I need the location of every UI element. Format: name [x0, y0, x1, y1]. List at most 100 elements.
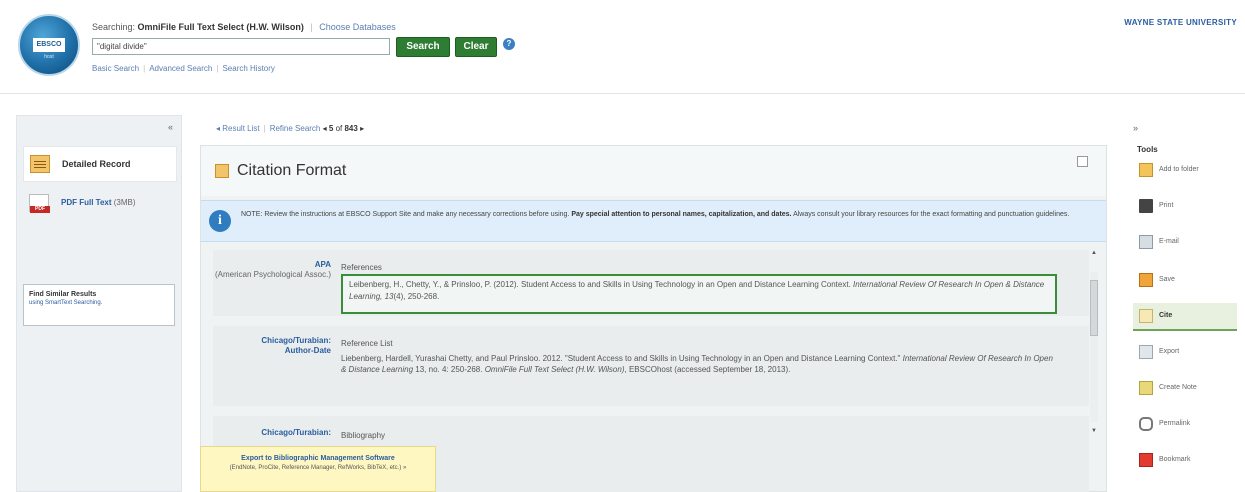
email-icon: [1139, 235, 1153, 249]
result-of: of: [335, 124, 343, 133]
tool-label: Save: [1159, 276, 1175, 283]
sidebar-item-label: Detailed Record: [62, 159, 131, 169]
sidebar-item-detailed-record[interactable]: Detailed Record: [23, 146, 177, 182]
tool-create-note[interactable]: Create Note: [1133, 375, 1237, 403]
collapse-left-icon[interactable]: «: [168, 122, 173, 132]
ebsco-logo[interactable]: EBSCO host: [18, 14, 80, 76]
basic-search-link[interactable]: Basic Search: [92, 64, 139, 73]
note-icon: [1139, 381, 1153, 395]
left-sidebar: « Detailed Record PDF Full Text (3MB) Fi…: [16, 115, 182, 492]
bookmark-icon: [1139, 453, 1153, 467]
citation-scrollbar[interactable]: ▲ ▼: [1090, 250, 1098, 440]
citation-heading: References: [341, 262, 1059, 273]
note-text: NOTE: Review the instructions at EBSCO S…: [241, 210, 1091, 219]
style-name: Chicago/Turabian:: [261, 428, 331, 437]
tool-label: Cite: [1159, 312, 1173, 319]
export-bibliographic-box[interactable]: Export to Bibliographic Management Softw…: [200, 446, 436, 492]
separator: |: [310, 22, 313, 32]
citation-heading-text: Bibliography: [341, 431, 386, 440]
chicago-text-mid: 13, no. 4: 250-268.: [415, 365, 483, 374]
sidebar-item-label: PDF Full Text (3MB): [61, 198, 136, 207]
style-name: Chicago/Turabian:: [261, 336, 331, 345]
result-list-link[interactable]: Result List: [222, 124, 259, 133]
chicago-text-end: , EBSCOhost (accessed September 18, 2013…: [624, 365, 791, 374]
tool-export[interactable]: Export: [1133, 339, 1237, 367]
export-sub: (EndNote, ProCite, Reference Manager, Re…: [229, 465, 407, 471]
tool-permalink[interactable]: Permalink: [1133, 411, 1237, 439]
folder-icon: [1139, 163, 1153, 177]
result-counter: ◂ 5 of 843 ▸: [323, 124, 364, 133]
tool-label: Create Note: [1159, 384, 1197, 391]
citation-text[interactable]: Reference List Liebenberg, Hardell, Yura…: [341, 338, 1059, 375]
note-box: i NOTE: Review the instructions at EBSCO…: [201, 200, 1106, 242]
print-icon: [1139, 199, 1153, 213]
choose-databases-link[interactable]: Choose Databases: [319, 22, 396, 32]
pdf-size: (3MB): [113, 198, 136, 207]
tool-label: Bookmark: [1159, 456, 1191, 463]
database-name: OmniFile Full Text Select (H.W. Wilson): [137, 22, 304, 32]
find-similar-sub: using SmartText Searching.: [29, 300, 103, 306]
clear-button[interactable]: Clear: [455, 37, 497, 57]
citation-icon: [215, 164, 229, 178]
close-icon[interactable]: [1077, 156, 1088, 167]
note-suffix: Always consult your library resources fo…: [793, 211, 1070, 218]
prev-icon[interactable]: ◂: [323, 124, 327, 133]
result-position: 5: [328, 124, 334, 133]
advanced-search-link[interactable]: Advanced Search: [149, 64, 212, 73]
citation-style-label: APA (American Psychological Assoc.): [213, 260, 331, 280]
apa-citation-text[interactable]: Leibenberg, H., Chetty, Y., & Prinsloo, …: [341, 274, 1057, 314]
citation-row-apa: APA (American Psychological Assoc.) Refe…: [213, 250, 1089, 316]
pdf-label: PDF Full Text: [61, 198, 112, 207]
header: EBSCO host Searching: OmniFile Full Text…: [0, 0, 1245, 94]
tool-print[interactable]: Print: [1133, 193, 1237, 221]
info-icon: i: [209, 210, 231, 232]
style-sub: (American Psychological Assoc.): [214, 270, 331, 279]
find-similar-title: Find Similar Results: [29, 291, 97, 298]
record-icon: [30, 155, 50, 173]
tool-save[interactable]: Save: [1133, 267, 1237, 295]
apa-text-plain: Leibenberg, H., Chetty, Y., & Prinsloo, …: [349, 280, 851, 289]
result-nav: ◂ Result List | Refine Search ◂ 5 of 843 ▸: [216, 124, 364, 133]
pdf-icon: [29, 194, 50, 213]
tool-bookmark[interactable]: Bookmark: [1133, 447, 1237, 475]
scroll-thumb[interactable]: [1090, 280, 1098, 336]
page-title: Citation Format: [237, 162, 347, 179]
logo-text: EBSCO: [33, 38, 65, 52]
export-title: Export to Bibliographic Management Softw…: [241, 455, 395, 462]
tool-email[interactable]: E-mail: [1133, 229, 1237, 257]
help-icon[interactable]: ?: [503, 38, 515, 50]
style-name: APA: [314, 260, 331, 269]
search-input[interactable]: [92, 38, 390, 55]
collapse-right-icon[interactable]: »: [1133, 123, 1138, 133]
logo-sub: host: [44, 54, 54, 60]
cite-icon: [1139, 309, 1153, 323]
citation-style-label: Chicago/Turabian:: [213, 428, 331, 438]
tool-cite[interactable]: Cite: [1133, 303, 1237, 331]
scroll-up-icon[interactable]: ▲: [1090, 250, 1098, 256]
chicago-text-plain: Liebenberg, Hardell, Yurashai Chetty, an…: [341, 354, 901, 363]
citation-heading: Bibliography: [341, 430, 1059, 441]
university-name[interactable]: WAYNE STATE UNIVERSITY: [1124, 18, 1237, 27]
tool-label: Export: [1159, 348, 1180, 355]
find-similar-box[interactable]: Find Similar Results using SmartText Sea…: [23, 284, 175, 326]
search-button[interactable]: Search: [396, 37, 450, 57]
scroll-down-icon[interactable]: ▼: [1090, 428, 1098, 434]
citation-heading-text: References: [341, 263, 382, 272]
result-total: 843: [344, 124, 358, 133]
next-icon[interactable]: ▸: [360, 124, 364, 133]
tools-sidebar: » Tools Add to folder Print E-mail Save …: [1127, 115, 1245, 492]
chicago-text-italic2: OmniFile Full Text Select (H.W. Wilson): [484, 365, 625, 374]
export-icon: [1139, 345, 1153, 359]
note-bold: Pay special attention to personal names,…: [571, 211, 792, 218]
search-history-link[interactable]: Search History: [222, 64, 274, 73]
tool-label: E-mail: [1159, 238, 1179, 245]
apa-text-end: (4), 250-268.: [393, 292, 440, 301]
separator: |: [263, 124, 266, 133]
separator: |: [143, 64, 146, 73]
refine-search-link[interactable]: Refine Search: [270, 124, 321, 133]
searching-line: Searching: OmniFile Full Text Select (H.…: [92, 22, 396, 32]
tools-title: Tools: [1137, 145, 1158, 154]
prev-result-arrow[interactable]: ◂: [216, 124, 220, 133]
tool-add-to-folder[interactable]: Add to folder: [1133, 157, 1237, 185]
sidebar-item-pdf-full-text[interactable]: PDF Full Text (3MB): [23, 186, 177, 222]
